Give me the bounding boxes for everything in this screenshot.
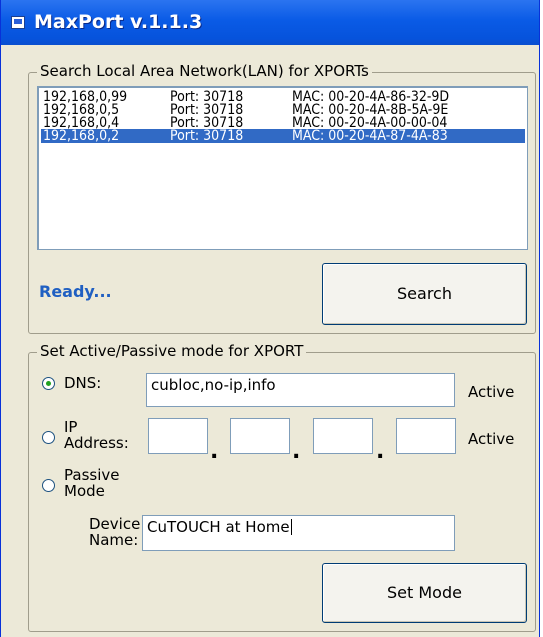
- device-mac: MAC: 00-20-4A-87-4A-83: [292, 128, 448, 144]
- ip-octet-4-field[interactable]: [396, 418, 456, 454]
- dns-radio[interactable]: [42, 377, 55, 390]
- search-lan-group-caption: Search Local Area Network(LAN) for XPORT…: [37, 62, 372, 80]
- device-name-field[interactable]: CuTOUCH at Home: [142, 515, 455, 551]
- dns-field-value: cubloc,no-ip,info: [151, 376, 276, 394]
- dns-active-label: Active: [468, 383, 515, 401]
- maxport-window: MaxPort v.1.1.3 Search Local Area Networ…: [0, 0, 540, 637]
- ip-separator-2: .: [292, 439, 301, 464]
- title-bar[interactable]: MaxPort v.1.1.3: [1, 0, 539, 45]
- passive-label-line1: Passive: [64, 466, 120, 484]
- ip-octet-3-field[interactable]: [313, 418, 373, 454]
- app-window-icon: [11, 16, 25, 29]
- device-name-value: CuTOUCH at Home: [147, 518, 290, 536]
- ip-address-label-line2: Address:: [64, 434, 129, 452]
- device-name-label-line2: Name:: [89, 531, 139, 549]
- device-list[interactable]: 192,168,0,99 Port: 30718 MAC: 00-20-4A-86-…: [37, 86, 528, 250]
- set-mode-button[interactable]: Set Mode: [322, 563, 527, 623]
- window-title: MaxPort v.1.1.3: [34, 11, 203, 33]
- device-name-label-line1: Device: [89, 515, 141, 533]
- search-button[interactable]: Search: [322, 263, 527, 325]
- search-button-label: Search: [397, 284, 452, 303]
- ip-octet-2-field[interactable]: [230, 418, 290, 454]
- ip-active-label: Active: [468, 430, 515, 448]
- device-ip: 192,168,0,2: [43, 128, 120, 144]
- set-mode-button-label: Set Mode: [387, 583, 462, 602]
- mode-group-caption: Set Active/Passive mode for XPORT: [37, 342, 307, 360]
- ip-separator-1: .: [210, 439, 219, 464]
- device-port: Port: 30718: [170, 128, 244, 144]
- status-text: Ready...: [39, 282, 112, 301]
- ip-address-label-line1: IP: [64, 418, 78, 436]
- ip-address-radio[interactable]: [42, 431, 55, 444]
- ip-separator-3: .: [376, 439, 385, 464]
- dns-label: DNS:: [64, 374, 102, 392]
- passive-mode-radio[interactable]: [42, 479, 55, 492]
- ip-octet-1-field[interactable]: [148, 418, 208, 454]
- dns-field[interactable]: cubloc,no-ip,info: [146, 373, 455, 407]
- text-caret: [290, 519, 292, 535]
- device-list-row[interactable]: 192,168,0,2 Port: 30718 MAC: 00-20-4A-87-4…: [41, 129, 525, 143]
- passive-label-line2: Mode: [64, 482, 105, 500]
